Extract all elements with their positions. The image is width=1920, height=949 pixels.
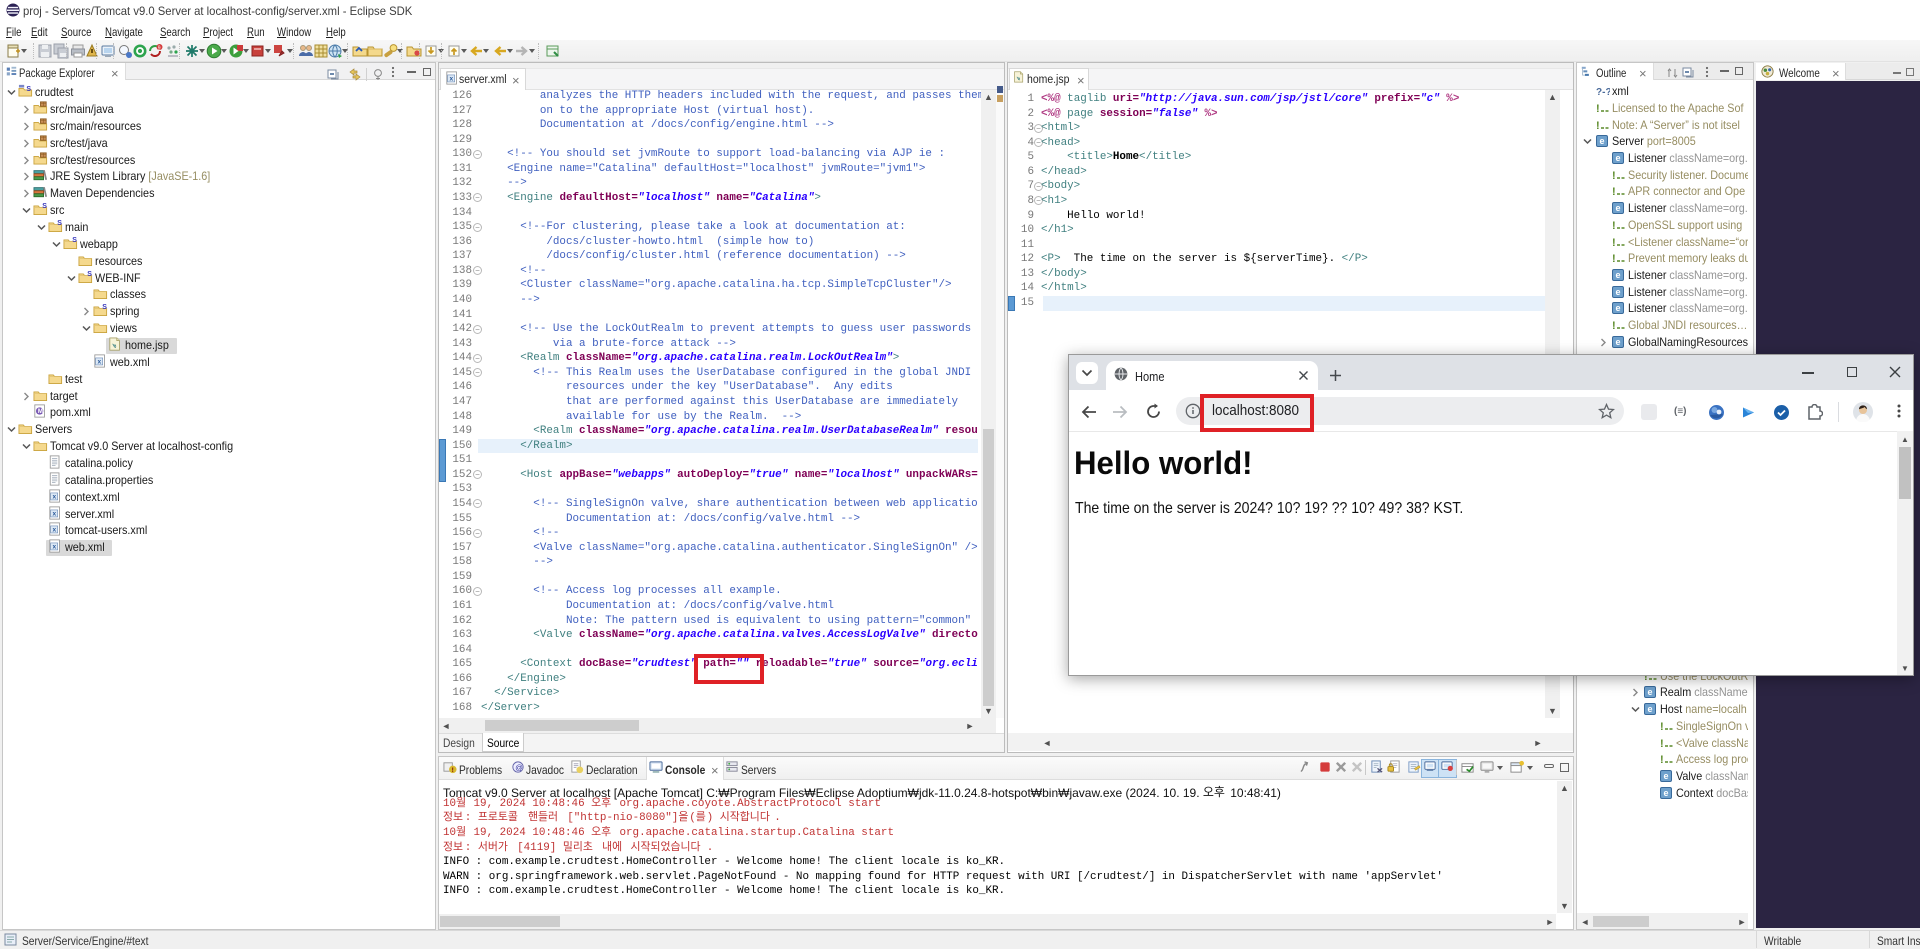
svg-text:!: ! [1612, 170, 1616, 181]
svg-text:x: x [52, 510, 56, 517]
svg-text:S: S [72, 237, 77, 244]
svg-text:!: ! [1612, 237, 1616, 248]
svg-text:x: x [52, 527, 56, 534]
svg-text:!: ! [1660, 738, 1664, 749]
svg-text:9: 9 [158, 45, 161, 51]
svg-text:!: ! [1596, 120, 1600, 131]
svg-text:S: S [102, 304, 107, 311]
svg-text:S: S [42, 203, 47, 210]
svg-text:S: S [87, 271, 92, 278]
svg-text:?-?: ?-? [1596, 87, 1610, 97]
svg-text:!: ! [1612, 220, 1616, 231]
svg-text:x: x [449, 76, 453, 83]
svg-text:!: ! [452, 767, 454, 774]
svg-text:!: ! [1660, 721, 1664, 732]
svg-text:S: S [57, 220, 62, 227]
svg-text:!: ! [1612, 186, 1616, 197]
svg-text:@: @ [515, 763, 523, 772]
svg-text:S: S [26, 86, 31, 93]
svg-text:!: ! [1660, 754, 1664, 765]
svg-text:!: ! [1612, 253, 1616, 264]
svg-text:!: ! [1596, 103, 1600, 114]
svg-text:x: x [52, 493, 56, 500]
svg-text:!: ! [1612, 320, 1616, 331]
svg-text:x: x [97, 358, 101, 365]
svg-text:M: M [38, 409, 43, 416]
svg-text:x: x [52, 544, 56, 551]
